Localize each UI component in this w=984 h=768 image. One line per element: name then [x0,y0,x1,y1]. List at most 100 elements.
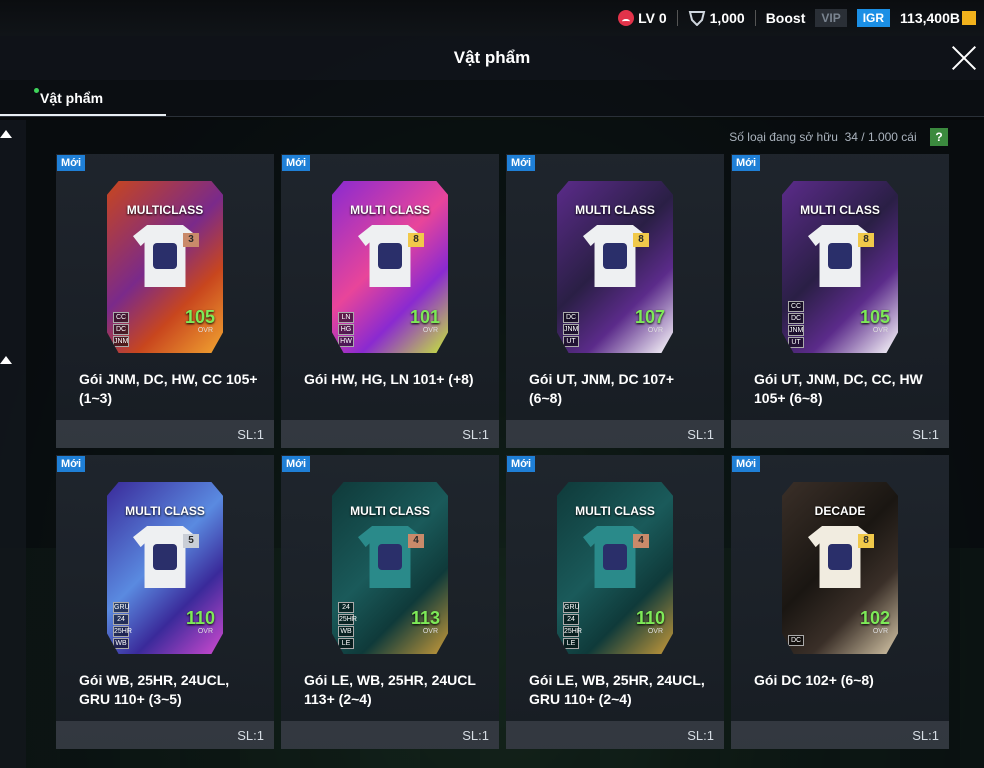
boost-label: Boost [765,10,806,26]
pack-title: MULTI CLASS [125,504,205,518]
divider [754,10,756,26]
pack-image: MULTI CLASS 5 GRU 24 25HR WB 110 OVR [107,482,223,654]
pack-title: MULTI CLASS [350,504,430,518]
pack-title: MULTI CLASS [575,504,655,518]
level-badge: 4 [408,534,424,548]
pack-image: MULTICLASS 3 CC DC JNM 105 OVR [107,181,223,353]
igr-tag: IGR [856,9,891,27]
item-name: Gói LE, WB, 25HR, 24UCL 113+ (2~4) [304,672,476,707]
position-tag: DC [563,312,579,323]
ovr-label: OVR [872,327,888,334]
position-list: CC DC JNM UT [788,301,804,349]
page-header: Vật phẩm [0,36,984,80]
position-tag: UT [788,337,804,348]
item-card[interactable]: Mới MULTI CLASS 8 LN HG HW 101 OVR Gói HW,… [281,154,499,448]
position-tag: LE [563,638,579,649]
pack-title: DECADE [814,504,866,518]
position-tag: WB [113,638,129,649]
position-tag: DC [113,324,129,335]
club-logo-icon [378,243,402,269]
ovr-label: OVR [197,628,213,635]
scroll-up-icon[interactable] [0,130,12,138]
level-badge: 8 [408,233,424,247]
new-badge: Mới [57,456,86,472]
position-list: CC DC JNM [113,312,129,348]
new-badge: Mới [507,456,536,472]
ovr-label: OVR [422,327,438,334]
item-name: Gói DC 102+ (6~8) [754,672,874,688]
level-badge: 5 [183,534,199,548]
item-name: Gói JNM, DC, HW, CC 105+ (1~3) [79,371,258,406]
quantity-label: SL:1 [912,427,939,442]
ovr-label: OVR [872,628,888,635]
pack-image: DECADE 8 DC 102 OVR [782,482,898,654]
ovr-label: OVR [197,327,213,334]
level-badge: 3 [183,233,199,247]
club-logo-icon [378,544,402,570]
position-tag: 24 [563,614,579,625]
owned-count: Số loại đang sở hữu 34 / 1.000 cái [729,130,917,144]
quantity-bar: SL:1 [506,420,724,448]
help-button[interactable]: ? [930,128,948,146]
quantity-label: SL:1 [462,427,489,442]
item-card[interactable]: Mới MULTI CLASS 8 DC JNM UT 107 OVR Gói UT… [506,154,724,448]
tab-items[interactable]: Vật phẩm [34,88,103,106]
position-tag: LE [338,638,354,649]
ovr-value: 110 [185,608,215,628]
pack-image: MULTI CLASS 8 LN HG HW 101 OVR [332,181,448,353]
position-list: GRU 24 25HR WB [113,602,132,650]
position-tag: CC [788,301,804,312]
pack-title: MULTI CLASS [800,203,880,217]
quantity-label: SL:1 [237,728,264,743]
position-list: 24 25HR WB LE [338,602,357,650]
top-status-bar: LV 0 1,000 Boost VIP IGR 113,400B [0,0,984,36]
level-badge: 4 [633,534,649,548]
level-badge: 8 [858,233,874,247]
position-tag: 24 [113,614,129,625]
pack-image: MULTI CLASS 8 CC DC JNM UT 105 OVR [782,181,898,353]
quantity-bar: SL:1 [281,420,499,448]
pack-title: MULTI CLASS [350,203,430,217]
item-name: Gói WB, 25HR, 24UCL, GRU 110+ (3~5) [79,672,230,707]
close-button[interactable] [950,44,978,72]
scroll-up-icon[interactable] [0,356,12,364]
new-badge: Mới [282,155,311,171]
item-card[interactable]: Mới MULTI CLASS 4 24 25HR WB LE 113 OVR Gói… [281,455,499,749]
sad-face-icon [618,10,635,26]
position-tag: JNM [113,336,129,347]
quantity-label: SL:1 [687,427,714,442]
ovr-value: 107 [634,307,665,327]
item-card[interactable]: Mới DECADE 8 DC 102 OVR Gói DC 102+ (6~8… [731,455,949,749]
new-badge: Mới [57,155,86,171]
position-tag: UT [563,336,579,347]
item-card[interactable]: Mới MULTI CLASS 5 GRU 24 25HR WB 110 OVR Gó… [56,455,274,749]
item-card[interactable]: Mới MULTICLASS 3 CC DC JNM 105 OVR Gói JNM… [56,154,274,448]
quantity-bar: SL:1 [281,721,499,749]
inventory-panel: Số loại đang sở hữu 34 / 1.000 cái ? Mới… [26,120,984,768]
page-title: Vật phẩm [453,48,531,67]
divider [676,10,678,26]
quantity-bar: SL:1 [731,420,949,448]
position-tag: HW [338,336,354,347]
position-tag: DC [788,313,804,324]
level-badge: 8 [858,534,874,548]
ovr-value: 105 [184,307,215,327]
position-tag: 24 [338,602,354,613]
item-name: Gói UT, JNM, DC, CC, HW 105+ (6~8) [754,371,923,406]
club-logo-icon [828,544,852,570]
quantity-label: SL:1 [237,427,264,442]
position-list: LN HG HW [338,312,354,348]
pack-title: MULTI CLASS [575,203,655,217]
level-indicator: LV 0 [618,10,667,26]
item-name: Gói HW, HG, LN 101+ (+8) [304,371,474,387]
ovr-label: OVR [647,327,663,334]
vip-tag: VIP [815,9,847,27]
position-tag: 25HR [338,614,357,625]
currency-indicator: 113,400B [900,10,976,26]
item-card[interactable]: Mới MULTI CLASS 4 GRU 24 25HR LE 110 OVR Gó… [506,455,724,749]
position-tag: HG [338,324,354,335]
position-tag: GRU [563,602,580,613]
tab-active-indicator [0,114,166,116]
pack-image: MULTI CLASS 8 DC JNM UT 107 OVR [557,181,673,353]
item-card[interactable]: Mới MULTI CLASS 8 CC DC JNM UT 105 OVR Gói … [731,154,949,448]
